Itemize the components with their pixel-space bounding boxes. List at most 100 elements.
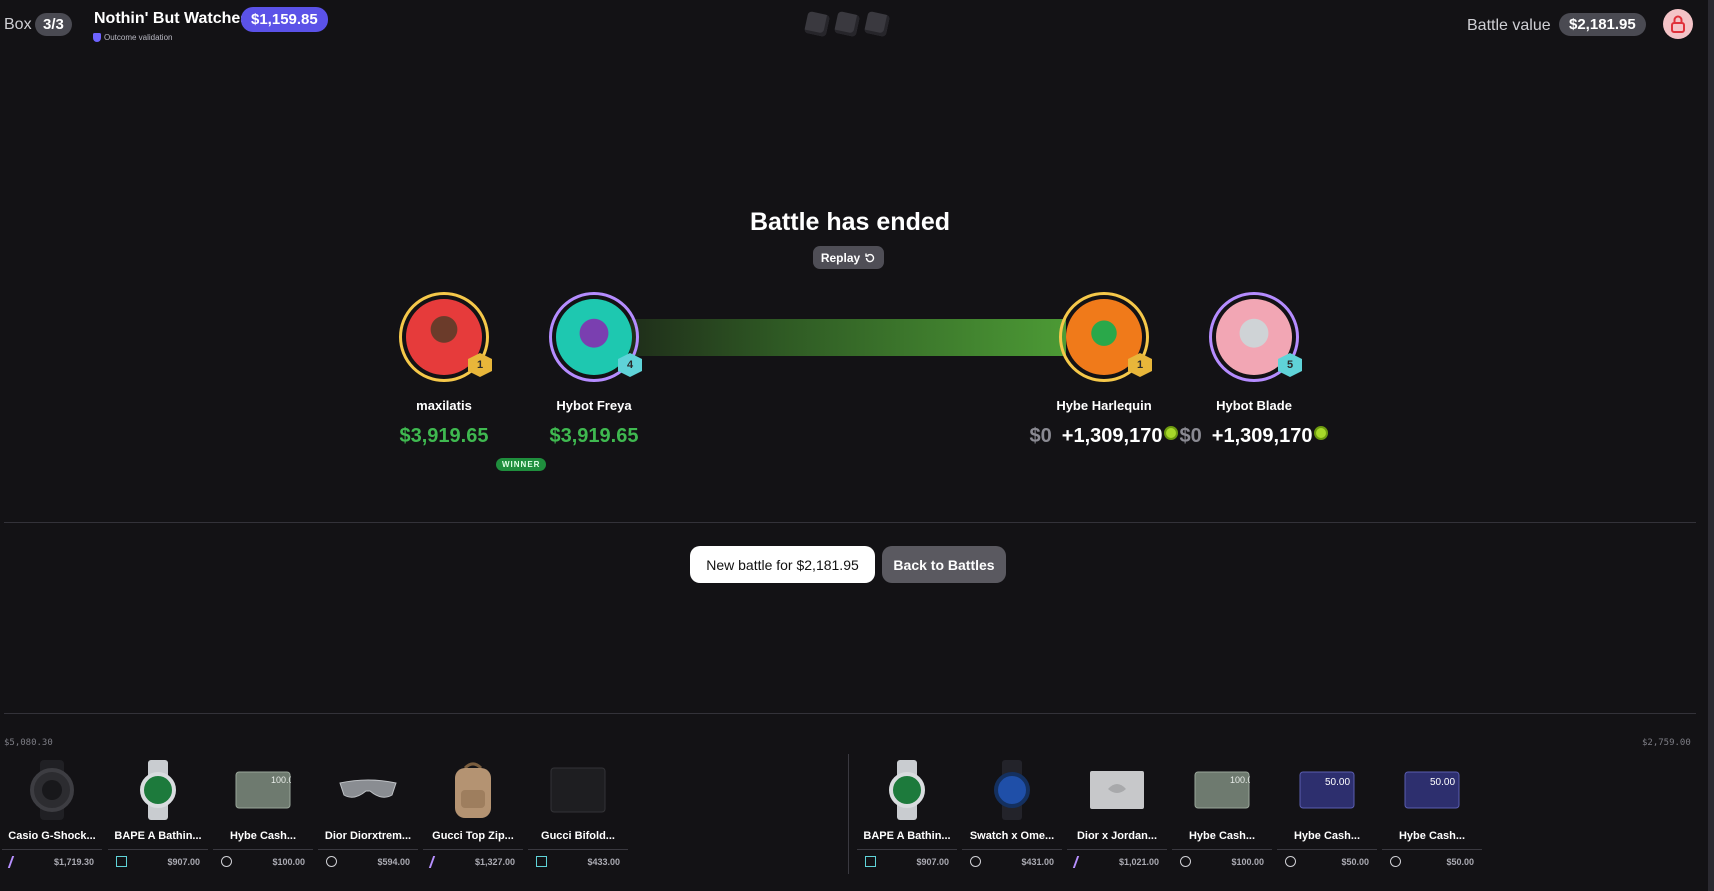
item-price: $1,327.00 [474, 857, 515, 867]
item-card[interactable]: BAPE A Bathin... $907.00 [108, 758, 208, 867]
winner-badge: WINNER [496, 458, 547, 471]
item-name: Hybe Cash... [1188, 830, 1256, 842]
rarity-slash-icon [1072, 856, 1090, 868]
avatar: 1 [1059, 292, 1152, 382]
item-name: Gucci Bifold... [541, 830, 615, 842]
replay-icon [865, 253, 875, 262]
item-card[interactable]: Casio G-Shock... $1,719.30 [2, 758, 102, 868]
lock-button[interactable] [1663, 9, 1693, 39]
item-card[interactable]: Gucci Bifold... $433.00 [528, 758, 628, 867]
rarity-square-icon [116, 856, 127, 867]
rarity-circle-icon [1180, 856, 1191, 867]
player-card[interactable]: 1 maxilatis $3,919.65 [364, 292, 524, 448]
item-name: BAPE A Bathin... [863, 830, 951, 842]
item-image: 100.00 [231, 758, 295, 822]
rarity-circle-icon [221, 856, 232, 867]
item-price: $431.00 [1021, 856, 1054, 867]
box-icon [803, 10, 831, 38]
item-name: Dior Diorxtrem... [324, 830, 412, 842]
box-indicators [803, 10, 891, 38]
rarity-square-icon [536, 856, 547, 867]
player-name: Hybot Blade [1216, 398, 1292, 413]
player-name: Hybe Harlequin [1056, 398, 1152, 413]
item-card[interactable]: 100.00 Hybe Cash... $100.00 [213, 758, 313, 867]
item-card[interactable]: Dior x Jordan... $1,021.00 [1067, 758, 1167, 868]
back-to-battles-button[interactable]: Back to Battles [882, 546, 1006, 583]
case-price-badge: $1,159.85 [241, 7, 328, 32]
rarity-circle-icon [970, 856, 981, 867]
outcome-validation-label: Outcome validation [104, 33, 173, 42]
team-progress-bar [630, 319, 1066, 356]
new-battle-button[interactable]: New battle for $2,181.95 [690, 546, 875, 583]
box-icon [863, 10, 891, 38]
box-progress-badge: 3/3 [35, 13, 72, 36]
item-price: $907.00 [916, 856, 949, 867]
item-image: 100.00 [1190, 758, 1254, 822]
gift-card-value: 50.00 [1430, 777, 1455, 788]
item-name: Gucci Top Zip... [432, 830, 514, 842]
item-card[interactable]: Dior Diorxtrem... $594.00 [318, 758, 418, 867]
item-card[interactable]: 100.00 Hybe Cash... $100.00 [1172, 758, 1272, 867]
player-card[interactable]: 4 Hybot Freya $3,919.65 [514, 292, 674, 448]
replay-label: Replay [820, 250, 861, 265]
battle-status-title: Battle has ended [749, 208, 951, 236]
gift-card-value: 50.00 [1325, 777, 1350, 788]
item-card[interactable]: 50.00 Hybe Cash... $50.00 [1277, 758, 1377, 867]
item-image [546, 758, 610, 822]
items-divider [848, 754, 849, 874]
item-name: Casio G-Shock... [8, 830, 96, 842]
player-value-zero: $0 [1179, 425, 1202, 447]
gift-card-value: 100.00 [271, 775, 291, 785]
player-name: Hybot Freya [556, 398, 632, 413]
player-points: +1,309,170 [1211, 425, 1313, 447]
player-value: $3,919.65 [399, 425, 489, 447]
divider [4, 522, 1696, 523]
team-total-left: $5,080.30 [4, 738, 53, 748]
page-scrollbar[interactable] [1708, 0, 1714, 891]
item-price: $50.00 [1341, 856, 1369, 867]
item-name: Hybe Cash... [1293, 830, 1361, 842]
item-image [126, 758, 190, 822]
shield-icon [93, 33, 101, 42]
item-price: $50.00 [1446, 856, 1474, 867]
item-price: $433.00 [587, 856, 620, 867]
item-name: BAPE A Bathin... [114, 830, 202, 842]
rarity-square-icon [865, 856, 876, 867]
item-price: $907.00 [167, 856, 200, 867]
player-value-zero: $0 [1029, 425, 1052, 447]
item-price: $1,719.30 [53, 857, 94, 867]
rarity-circle-icon [1390, 856, 1401, 867]
case-title[interactable]: Nothin' But Watches [94, 10, 249, 28]
item-image [875, 758, 939, 822]
team-total-right: $2,759.00 [1642, 738, 1691, 748]
player-name: maxilatis [416, 398, 472, 413]
item-card[interactable]: Swatch x Ome... $431.00 [962, 758, 1062, 867]
replay-button[interactable]: Replay [813, 246, 884, 269]
divider [4, 713, 1696, 714]
item-image [441, 758, 505, 822]
gift-card-value: 100.00 [1230, 775, 1250, 785]
player-value: $0 +1,309,170 [1174, 425, 1334, 448]
item-price: $100.00 [1231, 856, 1264, 867]
player-card[interactable]: 1 Hybe Harlequin $0 +1,309,170 [1024, 292, 1184, 448]
item-card[interactable]: 50.00 Hybe Cash... $50.00 [1382, 758, 1482, 867]
box-icon [833, 10, 861, 38]
item-image [20, 758, 84, 822]
item-card[interactable]: BAPE A Bathin... $907.00 [857, 758, 957, 867]
item-price: $1,021.00 [1118, 857, 1159, 867]
item-price: $100.00 [272, 856, 305, 867]
top-bar: Box 3/3 Nothin' But Watches $1,159.85 Ou… [0, 0, 1706, 52]
player-value: $3,919.65 [549, 425, 639, 447]
lock-icon [1671, 15, 1685, 33]
item-price: $594.00 [377, 856, 410, 867]
battle-value-badge: $2,181.95 [1559, 13, 1646, 36]
item-name: Hybe Cash... [229, 830, 297, 842]
item-image [980, 758, 1044, 822]
item-image: 50.00 [1295, 758, 1359, 822]
player-points: +1,309,170 [1061, 425, 1163, 447]
outcome-validation-link[interactable]: Outcome validation [93, 33, 172, 42]
item-card[interactable]: Gucci Top Zip... $1,327.00 [423, 758, 523, 868]
rarity-slash-icon [7, 856, 25, 868]
player-card[interactable]: 5 Hybot Blade $0 +1,309,170 [1174, 292, 1334, 448]
item-name: Swatch x Ome... [969, 830, 1055, 842]
